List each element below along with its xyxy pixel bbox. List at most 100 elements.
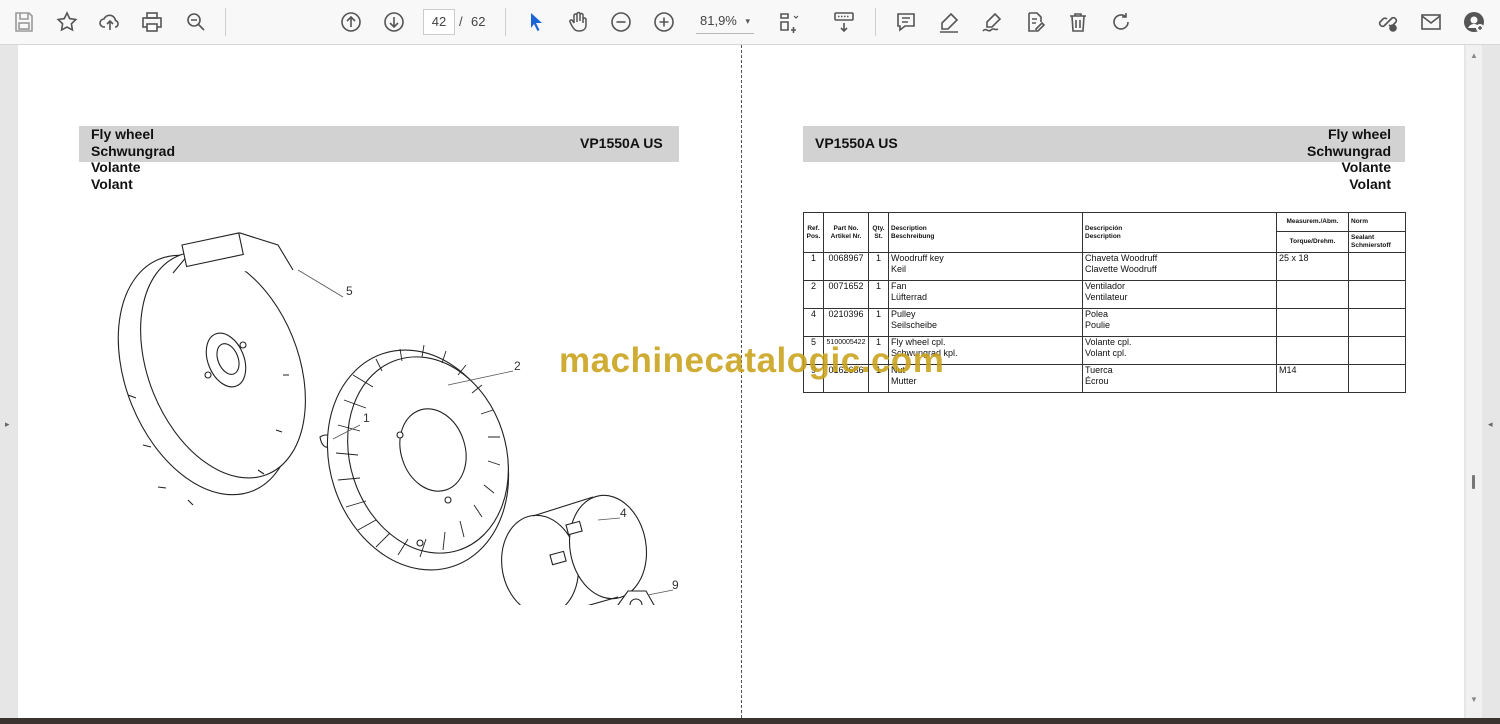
cell-measure (1276, 308, 1349, 337)
watermark: machinecatalogic.com (559, 341, 945, 380)
hand-pan-icon[interactable] (562, 6, 594, 38)
page-fit-icon[interactable] (772, 6, 804, 38)
print-icon[interactable] (136, 6, 168, 38)
title-line: Fly wheel (91, 126, 155, 142)
cell-description-alt: Volante cpl. Volant cpl. (1082, 336, 1277, 365)
page-number-input[interactable]: 42 (423, 9, 455, 35)
upload-icon[interactable] (94, 6, 126, 38)
cell-qty: 1 (868, 280, 889, 309)
account-icon[interactable] (1458, 6, 1490, 38)
toolbar: 42 / 62 81,9% ▾ (0, 0, 1500, 45)
select-cursor-icon[interactable] (520, 6, 552, 38)
header-qty: Qty. St. (868, 212, 889, 253)
title-line: Volant (91, 175, 133, 192)
cell-pos: 1 (803, 252, 824, 281)
right-page-model: VP1550A US (815, 135, 898, 151)
cell-part-no: 0071652 (823, 280, 869, 309)
document-viewer: ▸ ◂ Fly wheel Schwungrad Volante Volant … (0, 45, 1500, 718)
header-part-no: Part No. Artikel Nr. (823, 212, 869, 253)
window-bottom-edge (0, 718, 1500, 724)
header-sealant: Sealant Schmierstoff (1348, 231, 1406, 253)
zoom-out-icon[interactable] (605, 6, 637, 38)
scroll-mode-icon[interactable] (828, 6, 860, 38)
title-line: Fly wheel (1327, 126, 1391, 142)
highlight-icon[interactable] (933, 6, 965, 38)
title-line: Schwungrad (1306, 142, 1391, 159)
toolbar-separator (505, 8, 506, 36)
cell-measure: M14 (1276, 364, 1349, 393)
edit-pdf-icon[interactable] (1019, 6, 1051, 38)
delete-icon[interactable] (1062, 6, 1094, 38)
rotate-icon[interactable] (1105, 6, 1137, 38)
pulley-part (501, 494, 648, 605)
table-row: 4 0210396 1 Pulley Seilscheibe Polea Pouli… (803, 308, 1406, 337)
fan-part (326, 344, 510, 571)
cell-pos: 2 (803, 280, 824, 309)
cell-norm (1348, 308, 1406, 337)
header-description-en-de: Description Beschreibung (888, 212, 1083, 253)
callout-2: 2 (514, 359, 521, 373)
title-line: Volant (1349, 175, 1391, 192)
cell-norm (1348, 336, 1406, 365)
cell-part-no: 0068967 (823, 252, 869, 281)
zoom-level-value: 81,9% (700, 13, 737, 28)
page-separator: / (459, 14, 463, 29)
scroll-up-icon[interactable]: ▲ (1470, 51, 1478, 60)
page-up-icon[interactable] (335, 6, 367, 38)
title-line: Schwungrad (91, 142, 176, 159)
email-icon[interactable] (1415, 6, 1447, 38)
callout-4: 4 (620, 506, 627, 520)
cell-description-alt: Polea Poulie (1082, 308, 1277, 337)
zoom-search-icon[interactable] (180, 6, 212, 38)
header-ref-pos: Ref. Pos. (803, 212, 824, 253)
title-line: Volante (91, 159, 141, 175)
header-torque: Torque/Drehm. (1276, 231, 1349, 253)
cell-qty: 1 (868, 308, 889, 337)
callout-1: 1 (363, 411, 370, 425)
scroll-down-icon[interactable]: ▼ (1470, 695, 1478, 704)
scrollbar-thumb[interactable] (1472, 475, 1475, 489)
title-line: Volante (1341, 159, 1391, 175)
bookmark-star-icon[interactable] (51, 6, 83, 38)
flywheel-housing-part (117, 232, 306, 506)
table-row: 1 0068967 1 Woodruff key Keil Chaveta Woo… (803, 252, 1406, 281)
cell-description-alt: Tuerca Écrou (1082, 364, 1277, 393)
exploded-parts-diagram: 5 2 1 4 9 (117, 232, 679, 605)
left-panel-toggle[interactable]: ▸ (5, 419, 10, 430)
callout-5: 5 (346, 284, 353, 298)
comment-icon[interactable] (890, 6, 922, 38)
zoom-in-icon[interactable] (648, 6, 680, 38)
zoom-level-select[interactable]: 81,9% ▾ (696, 9, 754, 34)
cell-description: Pulley Seilscheibe (888, 308, 1083, 337)
right-panel-toggle[interactable]: ◂ (1488, 419, 1493, 430)
page-spread-divider (741, 45, 742, 718)
header-measurement: Measurem./Abm. (1276, 212, 1349, 232)
cell-part-no: 0210396 (823, 308, 869, 337)
right-page-title: Fly wheel Schwungrad Volante Volant (1307, 126, 1391, 192)
toolbar-separator (225, 8, 226, 36)
cell-measure (1276, 336, 1349, 365)
cell-norm (1348, 364, 1406, 393)
cell-description: Fan Lüfterrad (888, 280, 1083, 309)
page-down-icon[interactable] (378, 6, 410, 38)
draw-icon[interactable] (976, 6, 1008, 38)
cell-measure (1276, 280, 1349, 309)
cell-norm (1348, 280, 1406, 309)
toolbar-separator (875, 8, 876, 36)
cell-measure: 25 x 18 (1276, 252, 1349, 281)
left-page-title: Fly wheel Schwungrad Volante Volant (91, 126, 175, 192)
cell-description: Woodruff key Keil (888, 252, 1083, 281)
cell-description-alt: Ventilador Ventilateur (1082, 280, 1277, 309)
callout-9: 9 (672, 578, 679, 592)
cell-norm (1348, 252, 1406, 281)
pdf-page-spread: Fly wheel Schwungrad Volante Volant VP15… (18, 45, 1464, 718)
chevron-down-icon: ▾ (745, 16, 750, 26)
left-page-model: VP1550A US (580, 135, 663, 151)
vertical-scrollbar[interactable]: ▲ ▼ (1466, 45, 1482, 718)
page-total: 62 (471, 14, 486, 29)
header-description-es-fr: Descripción Description (1082, 212, 1277, 253)
table-row: 2 0071652 1 Fan Lüfterrad Ventilador Venti… (803, 280, 1406, 309)
header-norm: Norm (1348, 212, 1406, 232)
save-icon[interactable] (8, 6, 40, 38)
share-link-icon[interactable] (1372, 6, 1404, 38)
